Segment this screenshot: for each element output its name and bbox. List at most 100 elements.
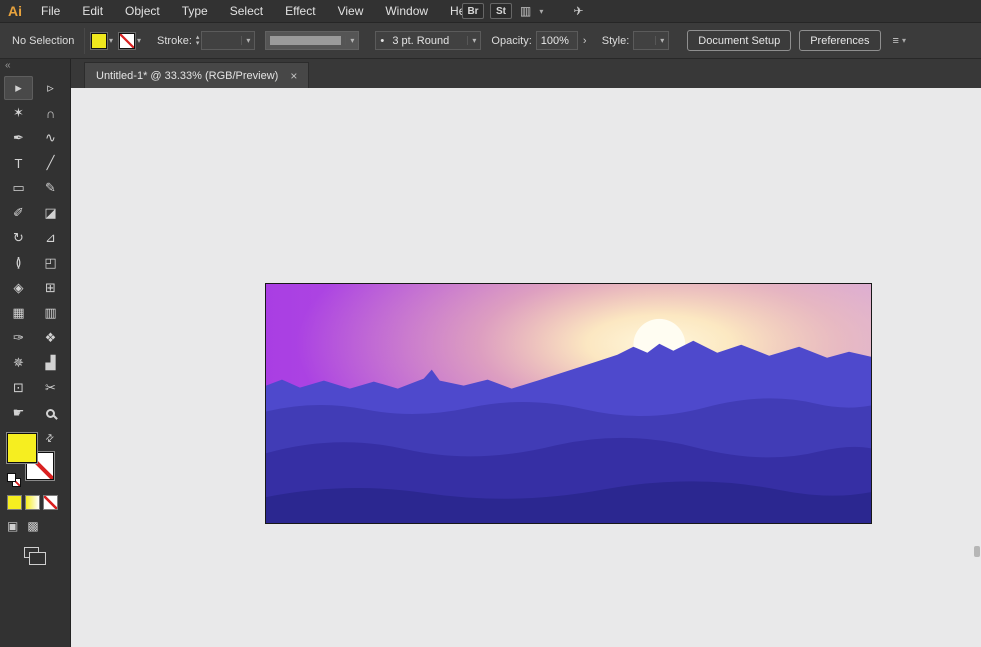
stroke-weight-select[interactable]: ▾: [201, 31, 256, 50]
default-fill-stroke-icon[interactable]: [7, 473, 21, 487]
curvature-tool[interactable]: ∿: [36, 126, 65, 150]
paintbrush-tool[interactable]: ✎: [36, 176, 65, 200]
width-profile-preview: [270, 36, 342, 45]
stroke-weight-chevron-icon[interactable]: ▾: [241, 36, 254, 45]
document-setup-button[interactable]: Document Setup: [687, 30, 792, 51]
brush-preview-dot: •: [380, 34, 385, 47]
tab-close-icon[interactable]: ×: [290, 69, 297, 83]
menu-window[interactable]: Window: [374, 4, 439, 18]
selection-tool[interactable]: ▸: [4, 76, 33, 100]
draw-normal-icon[interactable]: ▣: [7, 519, 18, 533]
lasso-tool[interactable]: ∩: [36, 101, 65, 125]
style-label[interactable]: Style:: [602, 35, 630, 47]
stepper-down-icon[interactable]: ▾: [196, 40, 200, 47]
stroke-label[interactable]: Stroke:: [157, 35, 192, 47]
rectangle-tool[interactable]: ▭: [4, 176, 33, 200]
align-options-cluster[interactable]: ≡ ▾: [893, 35, 906, 47]
menu-object[interactable]: Object: [114, 4, 171, 18]
width-profile-chevron-icon: ▾: [345, 36, 358, 45]
style-select[interactable]: ▾: [633, 31, 670, 50]
perspective-grid-tool[interactable]: ⊞: [36, 276, 65, 300]
artboard-tool[interactable]: ⊡: [4, 376, 33, 400]
brushes-panel-button[interactable]: Br: [462, 3, 484, 19]
mesh-tool[interactable]: ▦: [4, 301, 33, 325]
menu-edit[interactable]: Edit: [71, 4, 114, 18]
swap-fill-stroke-icon[interactable]: ⇄: [43, 432, 57, 446]
menu-effect[interactable]: Effect: [274, 4, 326, 18]
stroke-weight-stepper[interactable]: ▴ ▾: [196, 34, 200, 47]
type-tool[interactable]: T: [4, 151, 33, 175]
collapse-panel-icon[interactable]: «: [5, 60, 11, 71]
scale-tool-icon: ⊿: [45, 230, 56, 245]
draw-behind-icon[interactable]: ▩: [27, 519, 38, 533]
direct-selection-tool[interactable]: ▹: [36, 76, 65, 100]
type-tool-icon: T: [14, 155, 23, 171]
fill-color-swatch[interactable]: [91, 32, 107, 49]
brush-chevron-icon[interactable]: ▾: [467, 36, 480, 45]
scale-tool[interactable]: ⊿: [36, 226, 65, 250]
shape-builder-tool-icon: ◈: [13, 280, 24, 295]
document-tab[interactable]: Untitled-1* @ 33.33% (RGB/Preview) ×: [84, 62, 310, 88]
blend-tool[interactable]: ❖: [36, 326, 65, 350]
curvature-tool-icon: ∿: [45, 130, 56, 145]
style-chevron-icon[interactable]: ▾: [655, 36, 668, 45]
pen-tool[interactable]: ✒: [4, 126, 33, 150]
opacity-expand-icon[interactable]: ›: [578, 31, 592, 50]
tools-grid: ▸ ▹ ✶ ∩ ✒ ∿ T ╱ ▭ ✎ ✐ ◪ ↻ ⊿ ≬ ◰ ◈ ⊞ ▦ ▥ …: [4, 76, 66, 425]
magic-wand-tool[interactable]: ✶: [4, 101, 33, 125]
canvas-area[interactable]: [71, 88, 981, 647]
width-tool[interactable]: ≬: [4, 251, 33, 275]
fill-chevron-icon[interactable]: ▾: [109, 36, 113, 45]
gradient-tool[interactable]: ▥: [36, 301, 65, 325]
menu-type[interactable]: Type: [171, 4, 219, 18]
stroke-color-swatch[interactable]: [119, 32, 136, 49]
opacity-input[interactable]: 100%: [535, 31, 578, 50]
menu-file[interactable]: File: [30, 4, 71, 18]
menu-select[interactable]: Select: [219, 4, 274, 18]
eyedropper-tool[interactable]: ✑: [4, 326, 33, 350]
sunset-mountains-artwork: [266, 284, 871, 523]
gradient-button[interactable]: [25, 495, 40, 510]
zoom-tool[interactable]: [36, 401, 65, 425]
align-panel-icon[interactable]: ≡: [893, 35, 899, 47]
column-graph-tool[interactable]: ▟: [36, 351, 65, 375]
rotate-tool[interactable]: ↻: [4, 226, 33, 250]
screen-mode-icon: [24, 547, 46, 565]
free-transform-tool[interactable]: ◰: [36, 251, 65, 275]
eraser-tool-icon: ◪: [44, 205, 57, 220]
pen-tool-icon: ✒: [13, 130, 24, 145]
pencil-tool[interactable]: ✐: [4, 201, 33, 225]
slice-tool[interactable]: ✂: [36, 376, 65, 400]
fill-swatch[interactable]: [7, 433, 37, 463]
menu-view[interactable]: View: [327, 4, 375, 18]
pencil-tool-icon: ✐: [13, 205, 24, 220]
brush-definition-select[interactable]: • 3 pt. Round ▾: [375, 31, 482, 50]
line-segment-tool[interactable]: ╱: [36, 151, 65, 175]
eraser-tool[interactable]: ◪: [36, 201, 65, 225]
perspective-grid-tool-icon: ⊞: [45, 280, 56, 295]
opacity-label[interactable]: Opacity:: [491, 35, 531, 47]
graphic-styles-panel-button[interactable]: St: [490, 3, 512, 19]
symbol-sprayer-tool[interactable]: ✵: [4, 351, 33, 375]
vertical-scrollbar-thumb[interactable]: [974, 546, 980, 557]
workspace-chevron-icon[interactable]: ▾: [539, 7, 543, 16]
color-button[interactable]: [7, 495, 22, 510]
column-graph-tool-icon: ▟: [45, 355, 56, 370]
menu-bar: Ai File Edit Object Type Select Effect V…: [0, 0, 981, 22]
align-chevron-icon[interactable]: ▾: [902, 36, 906, 45]
fill-stroke-indicator: ⇄: [7, 432, 65, 489]
hand-tool[interactable]: ☛: [4, 401, 33, 425]
preferences-button[interactable]: Preferences: [799, 30, 881, 51]
shape-builder-tool[interactable]: ◈: [4, 276, 33, 300]
mesh-tool-icon: ▦: [12, 305, 25, 320]
screen-mode-button[interactable]: [24, 545, 70, 565]
artboard[interactable]: [265, 283, 872, 524]
stroke-chevron-icon[interactable]: ▾: [137, 36, 141, 45]
gpu-performance-icon[interactable]: ✈: [571, 4, 585, 18]
vertical-scrollbar[interactable]: [973, 88, 980, 647]
none-button[interactable]: [43, 495, 58, 510]
line-segment-tool-icon: ╱: [46, 155, 55, 170]
workspace-switcher-icon[interactable]: ▥: [518, 4, 533, 18]
lasso-tool-icon: ∩: [45, 105, 56, 121]
document-tab-title: Untitled-1* @ 33.33% (RGB/Preview): [96, 69, 279, 82]
